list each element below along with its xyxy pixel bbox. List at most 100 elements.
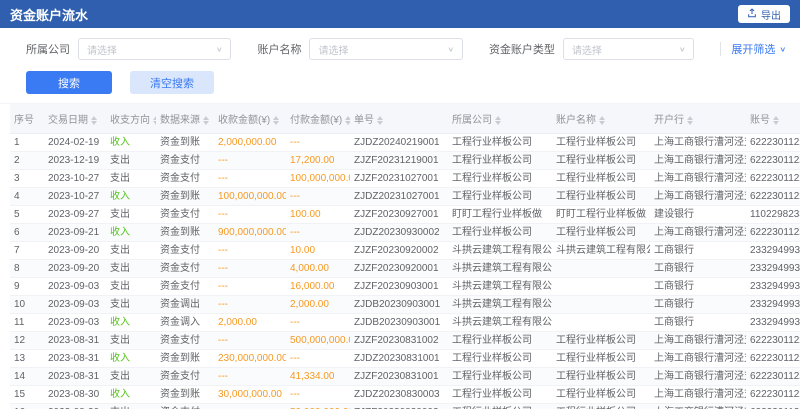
payment-amount-cell: --- xyxy=(286,386,350,404)
account-name-select[interactable]: 请选择 ∨ xyxy=(309,38,462,60)
page-header: 资金账户流水 导出 xyxy=(0,0,800,28)
table-row: 32023-10-27支出资金支付---100,000,000.00ZJZF20… xyxy=(10,170,800,188)
payment-amount-cell: --- xyxy=(286,314,350,332)
account-name-cell xyxy=(552,314,650,332)
column-header[interactable]: 账户名称 xyxy=(552,104,650,134)
receipt-amount-cell: 2,000.00 xyxy=(214,314,286,332)
account-no-cell: 6222301122 xyxy=(746,134,800,152)
filter-account-name-label: 账户名称 xyxy=(257,41,301,57)
expand-filters-link[interactable]: 展开筛选 ∨ xyxy=(720,41,786,57)
date-cell: 2023-12-19 xyxy=(44,152,106,170)
table-row: 122023-08-31支出资金支付---500,000,000.00ZJZF2… xyxy=(10,332,800,350)
bank-cell: 工商银行 xyxy=(650,260,746,278)
table-row: 142023-08-31支出资金支付---41,334.00ZJZF202308… xyxy=(10,368,800,386)
column-header[interactable]: 付款金额(¥) xyxy=(286,104,350,134)
table-row: 162023-08-30支出资金支付---50,000,000.00ZJZF20… xyxy=(10,404,800,409)
sort-icon[interactable] xyxy=(91,116,97,125)
company-cell: 工程行业样板公司 xyxy=(448,188,552,206)
export-button[interactable]: 导出 xyxy=(738,5,790,23)
table-row: 72023-09-20支出资金支付---10.00ZJZF20230920002… xyxy=(10,242,800,260)
company-cell: 斗拱云建筑工程有限公司 xyxy=(448,260,552,278)
index-cell: 16 xyxy=(10,404,44,409)
bank-cell: 上海工商银行漕河泾支行 xyxy=(650,386,746,404)
column-header-label: 数据来源 xyxy=(160,115,200,126)
account-no-cell: 2332949933 xyxy=(746,296,800,314)
sort-icon[interactable] xyxy=(345,116,350,125)
company-select[interactable]: 请选择 ∨ xyxy=(78,38,231,60)
column-header[interactable]: 收支方向 xyxy=(106,104,156,134)
filter-field-company: 所属公司 请选择 ∨ xyxy=(26,38,231,60)
table-container: 序号交易日期收支方向数据来源收款金额(¥)付款金额(¥)单号所属公司账户名称开户… xyxy=(0,104,800,409)
column-header-label: 收款金额(¥) xyxy=(218,115,270,126)
company-cell: 工程行业样板公司 xyxy=(448,152,552,170)
column-header[interactable]: 数据来源 xyxy=(156,104,214,134)
table-row: 92023-09-03支出资金支付---16,000.00ZJZF2023090… xyxy=(10,278,800,296)
bank-cell: 上海工商银行漕河泾支行 xyxy=(650,134,746,152)
index-cell: 10 xyxy=(10,296,44,314)
table-row: 12024-02-19收入资金到账2,000,000.00---ZJDZ2024… xyxy=(10,134,800,152)
order-no-cell: ZJDZ20230831001 xyxy=(350,350,448,368)
index-cell: 11 xyxy=(10,314,44,332)
source-cell: 资金到账 xyxy=(156,350,214,368)
sort-icon[interactable] xyxy=(773,116,779,125)
source-cell: 资金到账 xyxy=(156,188,214,206)
index-cell: 4 xyxy=(10,188,44,206)
column-header[interactable]: 单号 xyxy=(350,104,448,134)
column-header[interactable]: 账号 xyxy=(746,104,800,134)
sort-icon[interactable] xyxy=(495,116,501,125)
filter-company-label: 所属公司 xyxy=(26,41,70,57)
index-cell: 7 xyxy=(10,242,44,260)
date-cell: 2023-08-31 xyxy=(44,350,106,368)
sort-icon[interactable] xyxy=(153,116,156,125)
company-cell: 工程行业样板公司 xyxy=(448,134,552,152)
date-cell: 2023-09-03 xyxy=(44,296,106,314)
table-row: 22023-12-19支出资金支付---17,200.00ZJZF2023121… xyxy=(10,152,800,170)
column-header-label: 所属公司 xyxy=(452,115,492,126)
column-header[interactable]: 收款金额(¥) xyxy=(214,104,286,134)
company-cell: 工程行业样板公司 xyxy=(448,404,552,409)
source-cell: 资金到账 xyxy=(156,386,214,404)
receipt-amount-cell: --- xyxy=(214,404,286,409)
column-header[interactable]: 所属公司 xyxy=(448,104,552,134)
table-row: 52023-09-27支出资金支付---100.00ZJZF2023092700… xyxy=(10,206,800,224)
sort-icon[interactable] xyxy=(687,116,693,125)
date-cell: 2023-08-30 xyxy=(44,386,106,404)
company-select-placeholder: 请选择 xyxy=(87,42,117,57)
bank-cell: 上海工商银行漕河泾支行 xyxy=(650,350,746,368)
search-button[interactable]: 搜索 xyxy=(26,71,112,94)
receipt-amount-cell: 30,000,000.00 xyxy=(214,386,286,404)
payment-amount-cell: --- xyxy=(286,224,350,242)
sort-icon[interactable] xyxy=(599,116,605,125)
bank-cell: 上海工商银行漕河泾支行 xyxy=(650,332,746,350)
payment-amount-cell: 17,200.00 xyxy=(286,152,350,170)
sort-icon[interactable] xyxy=(273,116,279,125)
source-cell: 资金支付 xyxy=(156,152,214,170)
date-cell: 2023-10-27 xyxy=(44,170,106,188)
account-type-select[interactable]: 请选择 ∨ xyxy=(563,38,694,60)
account-name-cell: 工程行业样板公司 xyxy=(552,134,650,152)
account-type-select-placeholder: 请选择 xyxy=(572,42,602,57)
date-cell: 2023-09-03 xyxy=(44,278,106,296)
column-header[interactable]: 交易日期 xyxy=(44,104,106,134)
account-no-cell: 6222301122 xyxy=(746,188,800,206)
bank-cell: 建设银行 xyxy=(650,206,746,224)
direction-cell: 支出 xyxy=(106,368,156,386)
order-no-cell: ZJZF20231027001 xyxy=(350,170,448,188)
direction-cell: 收入 xyxy=(106,386,156,404)
clear-search-button[interactable]: 清空搜索 xyxy=(130,71,214,94)
company-cell: 工程行业样板公司 xyxy=(448,368,552,386)
account-no-cell: 6222301122 xyxy=(746,404,800,409)
payment-amount-cell: 4,000.00 xyxy=(286,260,350,278)
column-header-label: 账号 xyxy=(750,115,770,126)
sort-icon[interactable] xyxy=(203,116,209,125)
index-cell: 5 xyxy=(10,206,44,224)
sort-icon[interactable] xyxy=(377,116,383,125)
chevron-down-icon: ∨ xyxy=(679,46,686,53)
divider xyxy=(720,42,721,56)
filter-field-account-type: 资金账户类型 请选择 ∨ xyxy=(489,38,694,60)
account-no-cell: 6222301122 xyxy=(746,350,800,368)
receipt-amount-cell: --- xyxy=(214,170,286,188)
account-no-cell: 2332949933 xyxy=(746,260,800,278)
date-cell: 2023-09-21 xyxy=(44,224,106,242)
column-header[interactable]: 开户行 xyxy=(650,104,746,134)
